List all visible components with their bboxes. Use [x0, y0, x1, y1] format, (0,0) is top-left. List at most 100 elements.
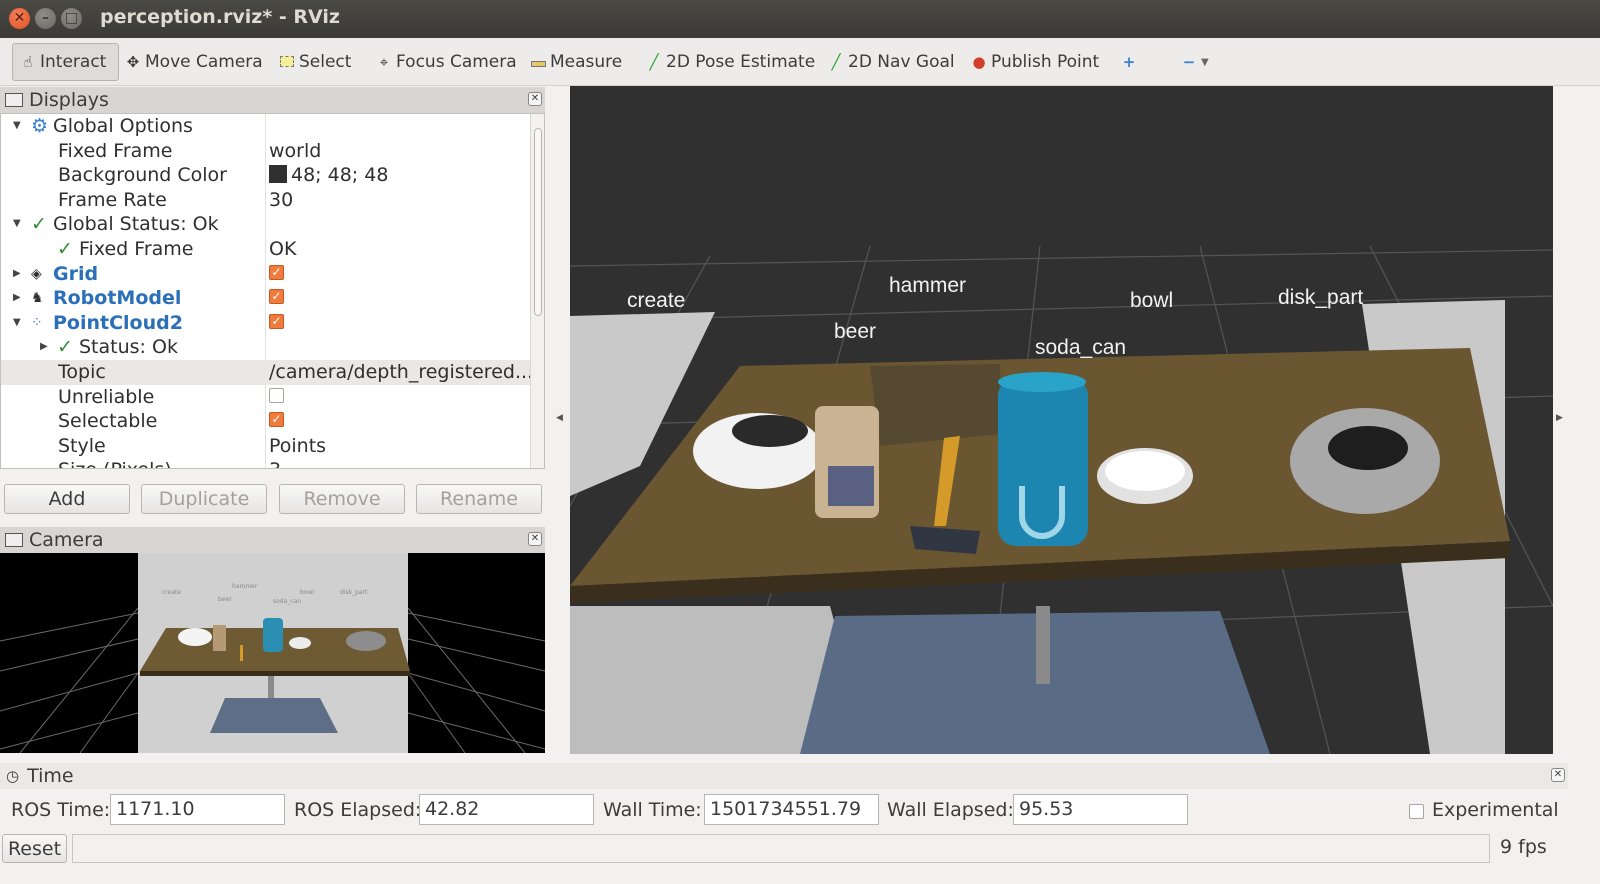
- ros-elapsed-field[interactable]: 42.82: [419, 794, 594, 825]
- tree-row-robotmodel[interactable]: ▶ ♞ RobotModel ✓: [1, 286, 532, 311]
- close-window-button[interactable]: ✕: [9, 8, 30, 29]
- rename-display-button[interactable]: Rename: [416, 484, 542, 514]
- 3d-render-viewport[interactable]: create hammer beer soda_can bowl disk_pa…: [570, 86, 1553, 754]
- add-tool-button[interactable]: +: [1120, 43, 1141, 81]
- gear-icon: ⚙: [31, 115, 49, 137]
- tree-row-topic[interactable]: Topic /camera/depth_registered...: [1, 360, 533, 385]
- checkmark-icon: ✓: [57, 336, 73, 359]
- monitor-icon: [5, 93, 23, 107]
- tool-interact[interactable]: ☝ Interact: [12, 43, 119, 81]
- scene-label-bowl: bowl: [1130, 289, 1173, 312]
- experimental-checkbox[interactable]: [1409, 804, 1424, 819]
- tree-row-grid[interactable]: ▶ ◈ Grid ✓: [1, 262, 532, 287]
- tool-move-camera[interactable]: ✥ Move Camera: [124, 43, 263, 81]
- toolbar: ☝ Interact ✥ Move Camera Select ⌖ Focus …: [0, 38, 1600, 86]
- grid-enabled-checkbox[interactable]: ✓: [269, 264, 284, 280]
- scene-render: create hammer beer soda_can bowl disk_pa…: [570, 245, 1553, 754]
- select-box-icon: [278, 53, 296, 71]
- tool-select[interactable]: Select: [278, 43, 351, 81]
- window-title: perception.rviz* - RViz: [100, 6, 340, 28]
- close-icon[interactable]: ✕: [528, 532, 542, 546]
- tree-row-pointcloud2[interactable]: ▼ ⁘ PointCloud2 ✓: [1, 311, 532, 336]
- time-panel: ◷ Time ✕ ROS Time: 1171.10 ROS Elapsed: …: [0, 762, 1568, 834]
- wall-time-field[interactable]: 1501734551.79: [704, 794, 879, 825]
- viewport-side-handle[interactable]: ▶: [1553, 86, 1567, 754]
- camera-label-beer: beer: [218, 596, 232, 603]
- wall-elapsed-field[interactable]: 95.53: [1013, 794, 1188, 825]
- tool-publish-point[interactable]: ● Publish Point: [970, 43, 1099, 81]
- unreliable-checkbox[interactable]: [269, 387, 284, 403]
- robotmodel-enabled-checkbox[interactable]: ✓: [269, 289, 284, 305]
- checkmark-icon: ✓: [57, 238, 73, 260]
- camera-label-create: create: [162, 589, 181, 596]
- close-icon[interactable]: ✕: [1551, 768, 1565, 782]
- tree-row-frame-rate[interactable]: Frame Rate 30: [1, 188, 532, 213]
- scene-label-soda-can: soda_can: [1035, 336, 1126, 359]
- minimize-window-button[interactable]: –: [35, 8, 56, 29]
- collapse-right-icon[interactable]: ▶: [1556, 413, 1563, 423]
- camera-label-soda-can: soda_can: [273, 598, 301, 605]
- time-panel-header: ◷ Time ✕: [0, 763, 1568, 789]
- remove-tool-button[interactable]: − ▼: [1180, 43, 1209, 81]
- remove-display-button[interactable]: Remove: [279, 484, 405, 514]
- collapse-arrow-icon[interactable]: ▶: [40, 335, 48, 359]
- tree-row-selectable[interactable]: Selectable ✓: [1, 409, 532, 434]
- color-swatch[interactable]: [269, 164, 287, 183]
- displays-scrollbar[interactable]: [530, 114, 544, 468]
- expand-arrow-icon[interactable]: ▼: [13, 311, 21, 335]
- tool-measure[interactable]: Measure: [529, 43, 622, 81]
- map-pin-icon: ●: [972, 53, 986, 71]
- reset-button[interactable]: Reset: [2, 834, 67, 863]
- hand-pointer-icon: ☝: [23, 53, 33, 71]
- status-message-area: [72, 834, 1490, 863]
- plus-icon: +: [1122, 53, 1136, 71]
- ruler-icon: [529, 53, 547, 71]
- collapse-left-icon[interactable]: ◀: [556, 413, 563, 423]
- tree-row-size-pixels[interactable]: Size (Pixels) 3: [1, 458, 532, 468]
- duplicate-display-button[interactable]: Duplicate: [141, 484, 267, 514]
- tree-row-global-options[interactable]: ▼ ⚙ Global Options: [1, 114, 532, 139]
- selectable-checkbox[interactable]: ✓: [269, 412, 284, 428]
- camera-icon: [5, 533, 23, 547]
- tool-2d-nav-goal[interactable]: ╱ 2D Nav Goal: [827, 43, 954, 81]
- panel-splitter[interactable]: ◀: [555, 86, 569, 754]
- ros-elapsed-label: ROS Elapsed:: [294, 799, 422, 821]
- maximize-window-button[interactable]: □: [61, 8, 82, 29]
- tree-row-background-color[interactable]: Background Color 48; 48; 48: [1, 163, 532, 188]
- robot-icon: ♞: [31, 290, 44, 307]
- collapse-arrow-icon[interactable]: ▶: [13, 286, 21, 310]
- window-titlebar: ✕ – □ perception.rviz* - RViz: [0, 0, 1600, 38]
- camera-label-hammer: hammer: [232, 583, 258, 590]
- expand-arrow-icon[interactable]: ▼: [13, 212, 21, 236]
- camera-image-view[interactable]: create hammer beer soda_can bowl disk_pa…: [0, 553, 545, 753]
- checkmark-icon: ✓: [31, 213, 47, 236]
- scene-label-beer: beer: [834, 320, 876, 343]
- chevron-down-icon: ▼: [1201, 56, 1209, 68]
- tool-focus-camera[interactable]: ⌖ Focus Camera: [375, 43, 517, 81]
- collapse-arrow-icon[interactable]: ▶: [13, 262, 21, 286]
- ros-time-label: ROS Time:: [11, 799, 111, 821]
- pointcloud-icon: ⁘: [31, 314, 43, 331]
- tree-row-unreliable[interactable]: Unreliable: [1, 385, 532, 410]
- expand-arrow-icon[interactable]: ▼: [13, 114, 21, 138]
- scrollbar-thumb[interactable]: [534, 128, 542, 316]
- tree-row-style[interactable]: Style Points: [1, 434, 532, 459]
- focus-crosshair-icon: ⌖: [379, 53, 389, 71]
- close-icon[interactable]: ✕: [528, 92, 542, 106]
- displays-tree: ▼ ⚙ Global Options Fixed Frame world Bac…: [0, 113, 545, 469]
- scene-label-hammer: hammer: [889, 274, 966, 297]
- grid-icon: ◈: [31, 265, 42, 282]
- camera-render: create hammer beer soda_can bowl disk_pa…: [0, 553, 545, 753]
- tool-2d-pose-estimate[interactable]: ╱ 2D Pose Estimate: [645, 43, 815, 81]
- tree-row-pointcloud-status[interactable]: ▶ ✓ Status: Ok: [1, 335, 532, 360]
- tree-row-fixed-frame[interactable]: Fixed Frame world: [1, 139, 532, 164]
- pointcloud-enabled-checkbox[interactable]: ✓: [269, 313, 284, 329]
- tree-row-status-fixed-frame[interactable]: ✓ Fixed Frame OK: [1, 237, 532, 262]
- scene-label-create: create: [627, 289, 685, 312]
- experimental-label: Experimental: [1432, 799, 1559, 821]
- minus-icon: −: [1182, 53, 1196, 71]
- add-display-button[interactable]: Add: [4, 484, 130, 514]
- tree-row-global-status[interactable]: ▼ ✓ Global Status: Ok: [1, 212, 532, 237]
- ros-time-field[interactable]: 1171.10: [110, 794, 285, 825]
- green-arrow-icon: ╱: [649, 53, 659, 71]
